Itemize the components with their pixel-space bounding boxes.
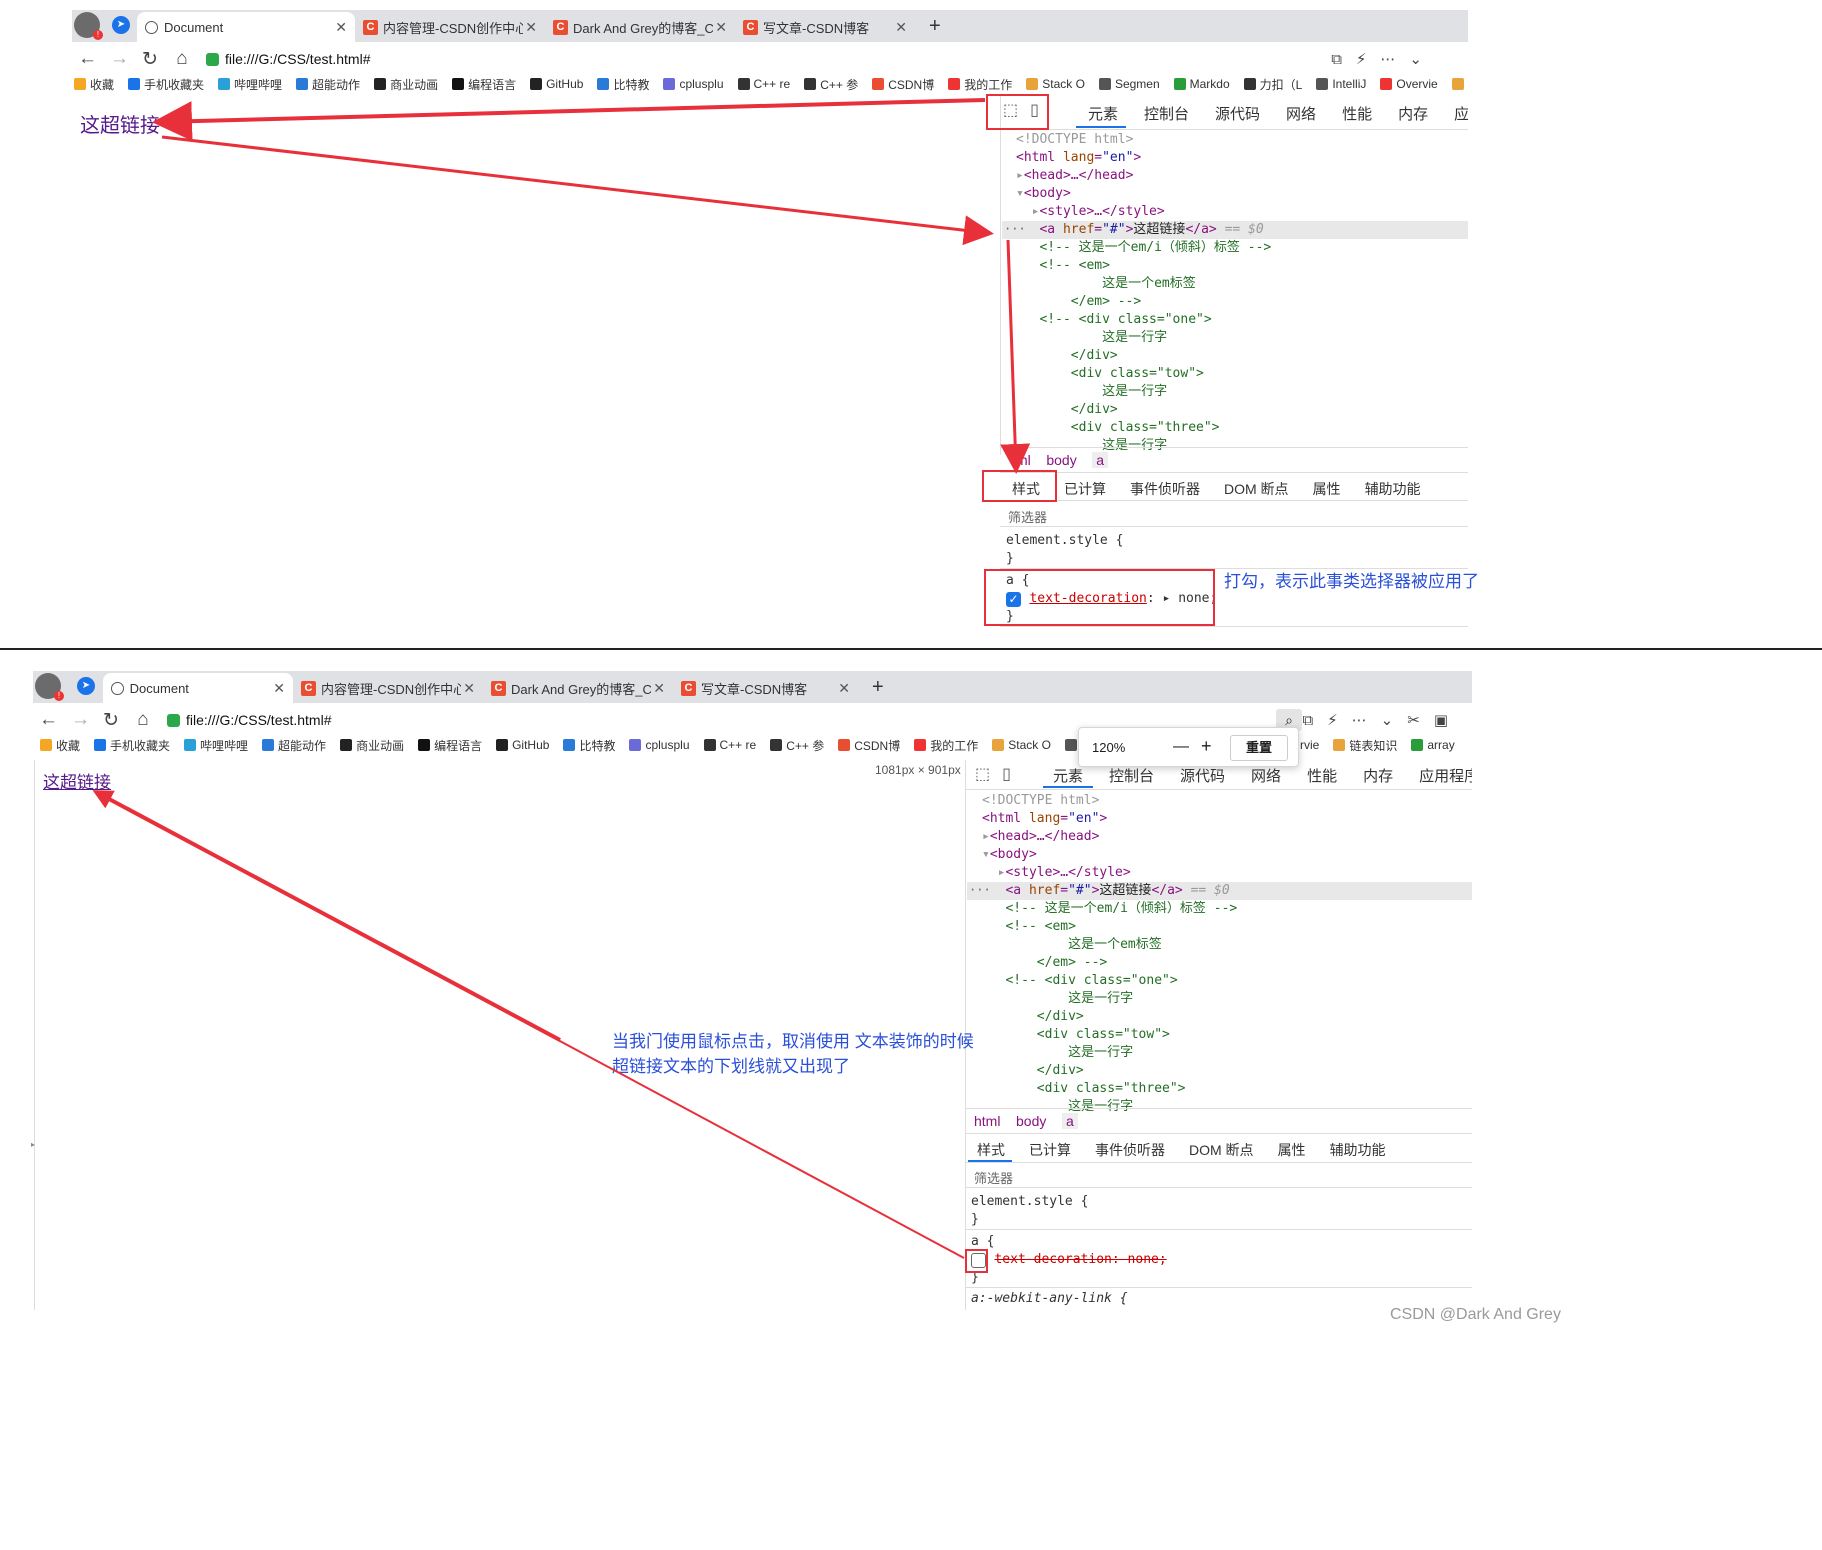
arrow-thick-segment (95, 790, 561, 1042)
arrow-to-styles-tab (1000, 239, 1031, 474)
arrow-to-dom-node (161, 135, 994, 246)
arrow-to-link (152, 98, 986, 142)
watermark: CSDN @Dark And Grey (1390, 1306, 1561, 1323)
